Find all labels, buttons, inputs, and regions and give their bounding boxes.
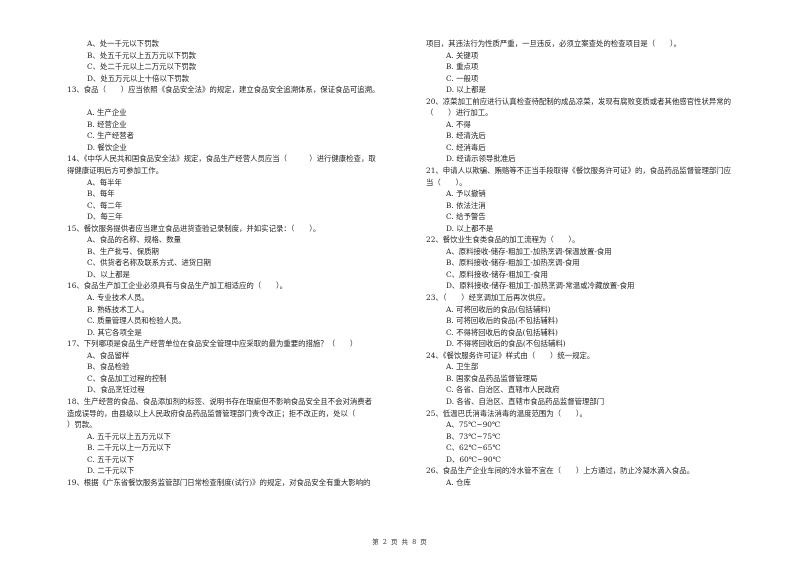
answer-option: C. 经消毒后 [446, 142, 486, 152]
answer-option: A、食品的名称、规格、数量 [87, 235, 182, 245]
answer-option: C. 质量管理人员和检验人员。 [87, 316, 186, 326]
question-text: 当（ ）。 [426, 177, 467, 187]
answer-option: C、供货者名称及联系方式、进货日期 [87, 258, 211, 268]
answer-option: B. 国家食品药品监督管理局 [446, 373, 538, 383]
answer-option: D、60℃~90℃ [446, 454, 501, 464]
answer-option: C、食品加工过程的控制 [87, 373, 167, 383]
question-text: 得健康证明后方可参加工作。 [67, 166, 164, 176]
question-text: 15、餐饮服务提供者应当建立食品进货查验记录制度，并如实记录：（ ）。 [67, 223, 321, 233]
question-text: 26、食品生产企业车间的冷水管不宜在（ ）上方通过，防止冷凝水滴入食品。 [426, 466, 695, 476]
answer-option: D. 不得将回收后的食品(不包括辅料) [446, 339, 566, 349]
answer-option: A、75℃~90℃ [446, 420, 501, 430]
answer-option: D. 经请示领导批准后 [446, 154, 516, 164]
question-text: 24、《餐饮服务许可证》样式由（ ）统一规定。 [426, 350, 595, 360]
answer-option: A. 可将回收后的食品(包括辅料) [446, 304, 551, 314]
answer-option: A、处一千元以下罚款 [87, 39, 159, 48]
answer-option: C. 五千元以下 [87, 454, 135, 464]
answer-option: B、原料接收-储存-粗加工-加热烹调-食用 [446, 258, 580, 268]
answer-option: A. 五千元以上五万元以下 [87, 431, 171, 441]
question-text: 16、食品生产加工企业必须具有与食品生产加工相适应的（ ）。 [67, 281, 288, 291]
answer-option: D、处五万元以上十倍以下罚款 [87, 73, 190, 83]
answer-option: B、食品检验 [87, 362, 130, 372]
answer-option: B、处五千元以上五万元以下罚款 [87, 50, 196, 60]
answer-option: D、原料接收-储存-粗加工-加热烹调-常温或冷藏放置-食用 [446, 281, 635, 291]
answer-option: A. 专业技术人员。 [87, 293, 149, 303]
answer-option: D、以上都是 [87, 269, 130, 279]
answer-option: D. 各省、自治区、直辖市食品药品监督管理部门 [446, 396, 605, 406]
question-text: 14、《中华人民共和国食品安全法》规定，食品生产经营人员应当（ ）进行健康检查，… [67, 154, 376, 164]
answer-option: C. 生产经营者 [87, 131, 135, 141]
answer-option: B、每年 [87, 189, 115, 199]
answer-option: A. 予以撤销 [446, 189, 486, 199]
question-text: 22、餐饮业生食类食品的加工流程为（ ）。 [426, 235, 580, 245]
answer-option: B. 经营企业 [87, 119, 127, 129]
answer-option: B. 重点项 [446, 62, 479, 72]
answer-option: C. 不得将回收后的食品(包括辅料) [446, 327, 558, 337]
answer-option: A. 仓库 [446, 477, 471, 487]
answer-option: D. 以上都不是 [446, 223, 494, 233]
answer-option: C、每二年 [87, 200, 123, 210]
answer-option: B. 依法注消 [446, 200, 486, 210]
question-text: 13、食品（ ）应当依照《食品安全法》的规定，建立食品安全追溯体系，保证食品可追… [67, 85, 380, 95]
left-column: A、处一千元以下罚款 B、处五千元以上五万元以下罚款 C、处二千元以上二万元以下罚款… [67, 38, 407, 488]
answer-option: C. 给予警告 [446, 212, 486, 222]
question-text: 造成误导的，由县级以上人民政府食品药品监督管理部门责令改正；拒不改正的，处以（ [67, 408, 356, 418]
question-text: 17、下列哪项是食品生产经营单位在食品安全管理中应采取的最为重要的措施？（ ） [67, 339, 358, 349]
question-text: 20、凉菜加工前应进行认真检查待配制的成品凉菜，发现有腐败变质或者其他感官性状异… [426, 96, 732, 106]
answer-option: D. 餐饮企业 [87, 142, 127, 152]
answer-option: A、食品留样 [87, 350, 130, 360]
answer-option: B. 经清洗后 [446, 131, 486, 141]
document-page: A、处一千元以下罚款 B、处五千元以上五万元以下罚款 C、处二千元以上二万元以下罚款… [0, 0, 800, 565]
question-text: 18、生产经营的食品、食品添加剂的标签、说明书存在瑕疵但不影响食品安全且不会对消… [67, 396, 373, 406]
question-text: 19、根据《广东省餐饮服务监管部门日常检查制度(试行)》的规定，对食品安全有重大… [67, 477, 371, 487]
answer-option: C、62℃~65℃ [446, 443, 501, 453]
answer-option: A. 关键项 [446, 50, 479, 60]
answer-option: C. 各省、自治区、直辖市人民政府 [446, 385, 560, 395]
answer-option: B、生产批号、保质期 [87, 246, 159, 256]
question-text: 23、（ ）经烹调加工后再次供应。 [426, 293, 550, 303]
answer-option: B. 二千元以上一万元以下 [87, 443, 172, 453]
answer-option: D. 以上都是 [446, 85, 486, 95]
answer-option: A、每半年 [87, 177, 122, 187]
right-column: 项目，其违法行为性质严重，一旦违反，必须立案查处的检查项目是（ ）。 A. 关键项… [426, 38, 766, 488]
answer-option: D. 其它各项全是 [87, 327, 142, 337]
answer-option: C、原料接收-储存-粗加工-食用 [446, 269, 548, 279]
answer-option: D、每三年 [87, 212, 123, 222]
question-text: ）罚款。 [67, 420, 97, 430]
answer-option: D、食品烹饪过程 [87, 385, 145, 395]
answer-option: A. 不得 [446, 119, 471, 129]
answer-option: A、原料接收-储存-粗加工-加热烹调-保温放置-食用 [446, 246, 612, 256]
answer-option: B. 熟练技术工人。 [87, 304, 149, 314]
question-text: 项目，其违法行为性质严重，一旦违反，必须立案查处的检查项目是（ ）。 [426, 39, 681, 48]
answer-option: B. 可将回收后的食品(不包括辅料) [446, 316, 558, 326]
answer-option: C、处二千元以上二万元以下罚款 [87, 62, 197, 72]
answer-option: C. 一般项 [446, 73, 479, 83]
question-text: （ ）进行加工。 [426, 108, 493, 118]
page-footer: 第 2 页 共 8 页 [372, 538, 428, 546]
answer-option: A. 卫生部 [446, 362, 479, 372]
question-text: 21、申请人以欺骗、贿赂等不正当手段取得《餐饮服务许可证》的，食品药品监督管理部… [426, 166, 732, 176]
answer-option: B、73℃~75℃ [446, 431, 501, 441]
question-text: 25、低温巴氏消毒法消毒的温度范围为（ ）。 [426, 408, 587, 418]
answer-option: A. 生产企业 [87, 108, 127, 118]
answer-option: D. 二千元以下 [87, 466, 135, 476]
